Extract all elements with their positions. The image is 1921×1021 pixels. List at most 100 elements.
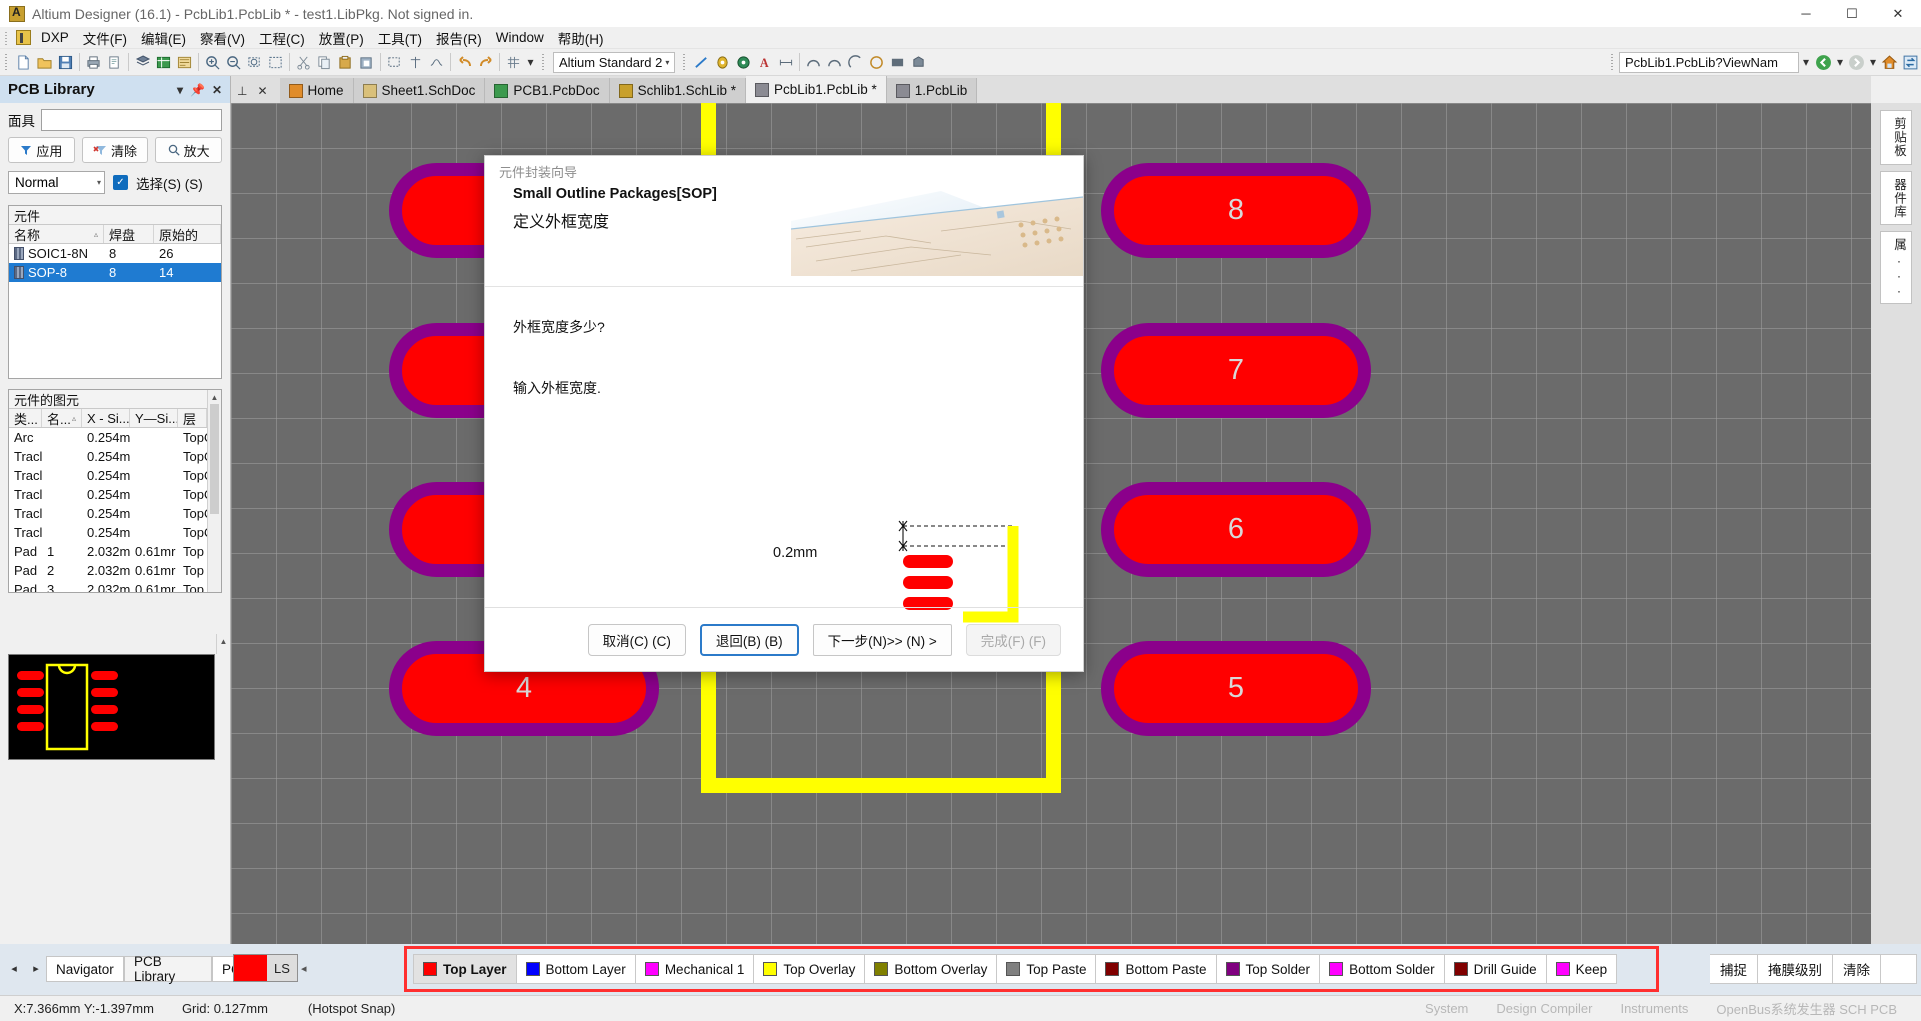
- col-header-pname[interactable]: 名... ▵: [42, 409, 82, 427]
- copy-icon[interactable]: [314, 52, 335, 73]
- toolbar-grip-3[interactable]: [681, 53, 689, 71]
- layer-tab-top-paste[interactable]: Top Paste: [997, 954, 1097, 984]
- zoom-fit-icon[interactable]: [265, 52, 286, 73]
- doc-tab-1-pcblib[interactable]: 1.PcbLib: [886, 78, 978, 103]
- dimension-icon[interactable]: [775, 52, 796, 73]
- pad-icon[interactable]: [712, 52, 733, 73]
- layer-tab-top-layer[interactable]: Top Layer: [413, 954, 517, 984]
- string-icon[interactable]: A: [754, 52, 775, 73]
- menu-help[interactable]: 帮助(H): [551, 26, 611, 50]
- align-icon[interactable]: [405, 52, 426, 73]
- chevron-down-icon[interactable]: ▾: [177, 83, 183, 97]
- clear-button[interactable]: 清除: [1833, 954, 1881, 984]
- menu-dxp[interactable]: DXP: [34, 28, 76, 47]
- pcb-pad[interactable]: 8: [1101, 163, 1371, 258]
- open-folder-icon[interactable]: [34, 52, 55, 73]
- extra-tool-button[interactable]: [1881, 954, 1917, 984]
- menu-file[interactable]: 文件(F): [76, 26, 134, 50]
- menu-view[interactable]: 察看(V): [193, 26, 252, 50]
- outline-width-value[interactable]: 0.2mm: [773, 545, 817, 561]
- pin-icon[interactable]: 📌: [190, 83, 205, 97]
- layer-strip-collapse-icon[interactable]: ◂: [301, 962, 307, 975]
- menu-edit[interactable]: 编辑(E): [134, 26, 193, 50]
- grid-icon[interactable]: [503, 52, 524, 73]
- vtab-library[interactable]: 器件库: [1880, 170, 1912, 225]
- layer-tab-bottom-overlay[interactable]: Bottom Overlay: [865, 954, 998, 984]
- status-instruments[interactable]: Instruments: [1606, 996, 1702, 1021]
- table-row[interactable]: Arc 0.254m TopOver: [9, 428, 207, 447]
- navigation-url-field[interactable]: PcbLib1.PcbLib?ViewNam: [1619, 51, 1799, 73]
- polygon-icon[interactable]: [908, 52, 929, 73]
- panel-tab-prev[interactable]: ◂: [4, 956, 24, 980]
- mask-input[interactable]: [41, 109, 222, 131]
- panel-tab-pcb-library[interactable]: PCB Library: [124, 954, 212, 984]
- table-row[interactable]: Tracl 0.254m TopOver: [9, 447, 207, 466]
- scroll-up-icon[interactable]: ▲: [208, 390, 221, 404]
- redo-icon[interactable]: [475, 52, 496, 73]
- col-header-name[interactable]: 名称 ▵: [9, 225, 104, 243]
- col-header-ysize[interactable]: Y—Si...: [130, 409, 178, 427]
- grid-dropdown-icon[interactable]: ▾: [524, 52, 537, 73]
- menu-grip-handle[interactable]: [3, 29, 12, 46]
- forward-dropdown-icon[interactable]: ▾: [1867, 52, 1879, 73]
- doc-tab-pcblib1-pcblib[interactable]: PcbLib1.PcbLib *: [745, 76, 887, 103]
- table-row[interactable]: SOP-8 8 14: [9, 263, 221, 282]
- primitives-scrollbar[interactable]: ▲: [207, 390, 221, 592]
- status-design-compiler[interactable]: Design Compiler: [1482, 996, 1606, 1021]
- paste-special-icon[interactable]: [356, 52, 377, 73]
- col-header-xsize[interactable]: X - Si...: [82, 409, 130, 427]
- back-icon[interactable]: [1813, 52, 1834, 73]
- spreadsheet-icon[interactable]: [153, 52, 174, 73]
- layer-tab-keep[interactable]: Keep: [1546, 954, 1618, 984]
- home-icon[interactable]: [1879, 52, 1900, 73]
- mask-level-button[interactable]: 掩膜级别: [1758, 954, 1833, 984]
- table-row[interactable]: Tracl 0.254m TopOver: [9, 504, 207, 523]
- table-row[interactable]: Tracl 0.254m TopOver: [9, 523, 207, 542]
- table-row[interactable]: SOIC1-8N 8 26: [9, 244, 221, 263]
- menu-tools[interactable]: 工具(T): [371, 26, 429, 50]
- maximize-button[interactable]: ☐: [1829, 0, 1875, 27]
- config-combo[interactable]: Altium Standard 2 ▾: [553, 51, 676, 73]
- table-row[interactable]: Pad 2 2.032m 0.61mr Top Lay: [9, 561, 207, 580]
- vtab-properties[interactable]: 属...: [1880, 231, 1912, 304]
- scrollbar-thumb[interactable]: [210, 404, 219, 514]
- toolbar-grip-4[interactable]: [1609, 53, 1616, 71]
- pcb-pad[interactable]: 7: [1101, 323, 1371, 418]
- clear-button[interactable]: 清除: [81, 137, 149, 163]
- cut-icon[interactable]: [293, 52, 314, 73]
- full-circle-icon[interactable]: [866, 52, 887, 73]
- print-preview-icon[interactable]: [104, 52, 125, 73]
- arc-edge-icon[interactable]: [824, 52, 845, 73]
- back-button[interactable]: 退回(B) (B): [699, 623, 799, 656]
- col-header-layer[interactable]: 层: [178, 409, 207, 427]
- layer-tab-top-solder[interactable]: Top Solder: [1216, 954, 1321, 984]
- status-right-misc[interactable]: OpenBus系统发生器 SCH PCB: [1702, 996, 1921, 1021]
- scroll-up-icon[interactable]: ▲: [217, 634, 230, 648]
- zoom-out-icon[interactable]: [223, 52, 244, 73]
- layer-tab-bottom-layer[interactable]: Bottom Layer: [516, 954, 636, 984]
- back-dropdown-icon[interactable]: ▾: [1834, 52, 1846, 73]
- menu-reports[interactable]: 报告(R): [429, 26, 489, 50]
- line-icon[interactable]: [691, 52, 712, 73]
- layer-tab-bottom-solder[interactable]: Bottom Solder: [1320, 954, 1445, 984]
- zoom-area-icon[interactable]: [244, 52, 265, 73]
- rectangle-icon[interactable]: [887, 52, 908, 73]
- via-icon[interactable]: [733, 52, 754, 73]
- toolbar-grip-1[interactable]: [3, 53, 10, 71]
- cancel-button[interactable]: 取消(C) (C): [587, 623, 686, 656]
- doc-tab-pcb1-pcbdoc[interactable]: PCB1.PcbDoc: [485, 78, 610, 103]
- arc-any-icon[interactable]: [845, 52, 866, 73]
- toolbar-grip-2[interactable]: [540, 53, 547, 71]
- col-header-primitives[interactable]: 原始的: [154, 225, 221, 243]
- new-doc-icon[interactable]: [13, 52, 34, 73]
- layer-tab-bottom-paste[interactable]: Bottom Paste: [1096, 954, 1217, 984]
- preview-scroll-up[interactable]: ▲: [216, 634, 230, 654]
- col-header-type[interactable]: 类...: [9, 409, 42, 427]
- refresh-icon[interactable]: [1900, 52, 1921, 73]
- paste-icon[interactable]: [335, 52, 356, 73]
- next-button[interactable]: 下一步(N)>> (N) >: [812, 623, 952, 656]
- doc-tab-schlib1-schlib[interactable]: Schlib1.SchLib *: [609, 78, 746, 103]
- zoom-in-icon[interactable]: [202, 52, 223, 73]
- table-row[interactable]: Tracl 0.254m TopOver: [9, 466, 207, 485]
- forward-icon[interactable]: [1846, 52, 1867, 73]
